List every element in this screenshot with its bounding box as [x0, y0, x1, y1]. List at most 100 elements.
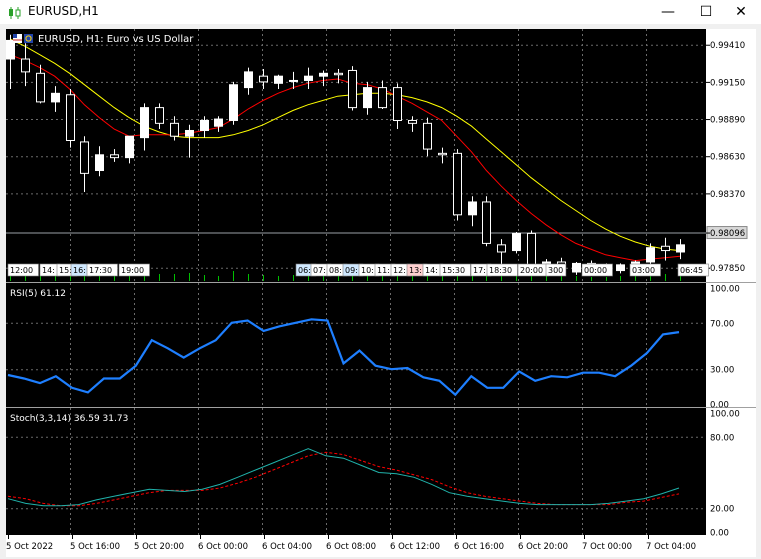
bear-candle-body — [21, 58, 30, 73]
time-label: 14: — [42, 266, 55, 275]
bull-candle-body — [125, 135, 134, 159]
x-axis-label: 6 Oct 04:00 — [262, 542, 312, 552]
time-label: 18:30 — [489, 266, 512, 275]
current-price-label: 0.98096 — [710, 229, 745, 239]
time-label: 15: — [59, 266, 72, 275]
candle — [512, 231, 521, 254]
time-label: 300 — [548, 266, 563, 275]
x-axis-label: 5 Oct 16:00 — [70, 542, 120, 552]
rsi-tick-label: 70.00 — [710, 319, 734, 329]
price-tick-label: 0.98630 — [710, 153, 745, 163]
x-axis-label: 6 Oct 12:00 — [390, 542, 440, 552]
bear-candle-body — [527, 232, 536, 267]
bear-candle-body — [438, 152, 447, 156]
price-tick-label: 0.99410 — [710, 41, 745, 51]
bull-candle-body — [185, 129, 194, 137]
bull-candle-body — [572, 262, 581, 273]
window-titlebar: EURUSD,H1 — ☐ ✕ — [0, 0, 761, 24]
x-axis-label: 7 Oct 00:00 — [582, 542, 632, 552]
close-button[interactable]: ✕ — [723, 0, 759, 24]
time-label: 12:00 — [10, 266, 33, 275]
bull-candle-body — [289, 79, 298, 82]
candlestick-chart-icon — [7, 5, 23, 24]
bull-candle-body — [214, 118, 223, 127]
bull-candle-body — [95, 154, 104, 172]
time-label: 09: — [345, 266, 358, 275]
bull-candle-body — [363, 87, 372, 109]
bear-candle-body — [423, 122, 432, 150]
time-label: 06: — [298, 266, 311, 275]
price-tick-label: 0.97850 — [710, 264, 745, 274]
time-label: 14: — [425, 266, 438, 275]
candle — [66, 89, 75, 148]
candle — [527, 230, 536, 270]
price-tick-label: 0.99150 — [710, 78, 745, 88]
stoch-pane[interactable] — [6, 408, 706, 535]
bear-candle-body — [661, 245, 670, 252]
bear-candle-body — [80, 141, 89, 174]
minimize-button[interactable]: — — [650, 0, 686, 24]
time-label: 12: — [393, 266, 406, 275]
bear-candle-body — [334, 72, 343, 76]
x-axis-label: 5 Oct 2022 — [6, 542, 53, 552]
time-label: 03:00 — [632, 266, 655, 275]
time-label: 11: — [377, 266, 390, 275]
bull-candle-body — [140, 107, 149, 139]
x-axis-label: 6 Oct 16:00 — [454, 542, 504, 552]
x-axis-label: 5 Oct 20:00 — [134, 542, 184, 552]
time-label: 08: — [329, 266, 342, 275]
candle — [482, 196, 491, 247]
time-label: 00:00 — [584, 266, 607, 275]
chart-window: 0.99410 0.99150 0.98890 0.98630 0.98370 0.980… — [0, 24, 761, 559]
x-axis-label: 6 Oct 00:00 — [198, 542, 248, 552]
bull-candle-body — [6, 39, 15, 60]
bull-candle-body — [512, 232, 521, 252]
bull-candle-body — [51, 92, 60, 103]
bear-candle-body — [453, 152, 462, 216]
time-label: 07: — [313, 266, 326, 275]
price-tick-label: 0.98890 — [710, 116, 745, 126]
bull-candle-body — [676, 244, 685, 253]
window-title: EURUSD,H1 — [28, 4, 99, 18]
bear-candle-body — [36, 72, 45, 103]
time-label: 16: — [73, 266, 86, 275]
bear-candle-body — [378, 87, 387, 109]
x-axis-label: 7 Oct 04:00 — [646, 542, 696, 552]
time-labels: 12:00 14: 15: 16: 17:30 19:00 06: 07: 08: 09: 10: 1… — [7, 263, 709, 277]
bull-candle-body — [616, 264, 625, 272]
time-label: 20:00 — [520, 266, 543, 275]
time-label: 06:45 — [680, 266, 703, 275]
time-label: 17: — [473, 266, 486, 275]
bull-candle-body — [646, 247, 655, 263]
time-label: 17:30 — [89, 266, 112, 275]
time-label: 13: — [409, 266, 422, 275]
stoch-label: Stoch(3,3,14) 36.59 31.73 — [10, 414, 128, 424]
bear-candle-body — [66, 94, 75, 141]
bull-candle-body — [200, 119, 209, 131]
bear-candle-body — [259, 75, 268, 83]
bear-candle-body — [393, 87, 402, 121]
bull-candle-body — [468, 201, 477, 216]
bear-candle-body — [482, 201, 491, 244]
time-label: 19:00 — [121, 266, 144, 275]
candle — [229, 81, 238, 125]
bull-candle-body — [304, 75, 313, 81]
bull-candle-body — [319, 72, 328, 77]
maximize-button[interactable]: ☐ — [688, 0, 724, 24]
bear-candle-body — [348, 69, 357, 109]
bull-candle-body — [229, 84, 238, 121]
candle — [348, 66, 357, 111]
bear-candle-body — [170, 122, 179, 137]
x-axis-label: 6 Oct 20:00 — [518, 542, 568, 552]
stoch-scale — [706, 408, 756, 535]
bull-candle-body — [244, 71, 253, 89]
candle — [453, 149, 462, 221]
rsi-pane[interactable] — [6, 283, 706, 407]
rsi-label: RSI(5) 61.12 — [10, 289, 66, 299]
bull-candle-body — [274, 75, 283, 84]
bear-candle-body — [408, 119, 417, 124]
x-axis-label: 6 Oct 08:00 — [326, 542, 376, 552]
chart-canvas[interactable]: 0.99410 0.99150 0.98890 0.98630 0.98370 0.980… — [0, 24, 761, 559]
time-label: 10: — [361, 266, 374, 275]
time-label: 15:30 — [442, 266, 465, 275]
